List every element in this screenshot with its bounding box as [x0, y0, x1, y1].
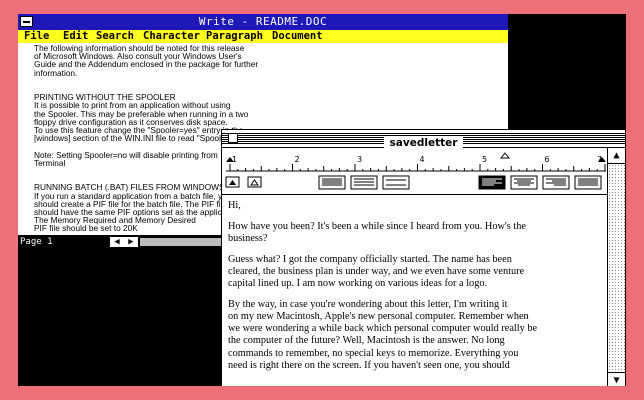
scroll-down-arrow-icon[interactable]: ▼ — [608, 372, 625, 386]
paragraph: Guess what? I got the company officially… — [228, 254, 603, 291]
text-line: By the way, in case you're wondering abo… — [228, 298, 508, 310]
paragraph: How have you been? It's been a while sin… — [228, 221, 603, 245]
write-window-title: Write - README.DOC — [198, 15, 328, 28]
screen: Write - README.DOC File Edit Search Char… — [18, 14, 626, 386]
menu-edit[interactable]: Edit — [63, 30, 88, 42]
menu-file[interactable]: File — [24, 30, 49, 42]
page-indicator: Page 1 — [20, 237, 53, 247]
text-line: we were wondering a while back which per… — [228, 323, 538, 335]
menu-character[interactable]: Character — [143, 30, 200, 42]
macwrite-window: savedletter 1234567 ▲ ▼ Hi, How have you… — [221, 129, 626, 386]
align-center-icon[interactable] — [510, 175, 538, 190]
single-spacing-icon[interactable] — [318, 175, 346, 190]
document-line: [windows] section of the WIN.INI file to… — [34, 133, 248, 144]
write-title-bar[interactable]: Write - README.DOC — [18, 14, 508, 30]
double-spacing-icon[interactable] — [382, 175, 410, 190]
ruler-number: 5 — [482, 155, 487, 164]
menu-paragraph[interactable]: Paragraph — [206, 30, 263, 42]
scroll-up-arrow-icon[interactable]: ▲ — [608, 148, 625, 164]
ruler-number: 3 — [357, 155, 362, 164]
align-left-icon[interactable] — [478, 175, 506, 190]
align-right-icon[interactable] — [542, 175, 570, 190]
ruler-number: 4 — [420, 155, 425, 164]
ruler-number: 6 — [545, 155, 550, 164]
text-line: Hi, — [228, 200, 241, 211]
ruler-number: 1 — [232, 155, 237, 164]
vertical-scrollbar[interactable]: ▲ ▼ — [607, 148, 625, 386]
mac-window-title: savedletter — [383, 137, 464, 149]
tab-decimal-icon[interactable] — [247, 176, 262, 188]
document-line: Terminal — [34, 157, 66, 168]
text-line: on my new Macintosh, Apple's new persona… — [228, 310, 529, 322]
paragraph: By the way, in case you're wondering abo… — [228, 299, 603, 372]
document-line: information. — [34, 67, 78, 78]
mac-title-bar[interactable]: savedletter — [222, 130, 625, 149]
menu-document[interactable]: Document — [272, 30, 323, 42]
ruler[interactable]: 1234567 — [222, 148, 607, 195]
text-line: commands to remember, no special keys to… — [228, 347, 519, 359]
tab-left-icon[interactable] — [225, 176, 240, 188]
scroll-right-button[interactable]: ▶ — [124, 237, 138, 247]
text-line: capital lined up. I am now working on va… — [228, 278, 488, 290]
paragraph: Hi, — [228, 200, 603, 212]
text-line: the computer of the future? Well, Macint… — [228, 335, 505, 347]
text-line: How have you been? It's been a while sin… — [228, 220, 526, 232]
menu-search[interactable]: Search — [96, 30, 134, 42]
ruler-graphic[interactable]: 1234567 — [222, 148, 607, 194]
one-half-spacing-icon[interactable] — [350, 175, 378, 190]
document-line: PIF file should be set to 20K — [34, 223, 138, 234]
ruler-number: 2 — [295, 155, 300, 164]
scroll-left-button[interactable]: ◀ — [110, 237, 124, 247]
align-justify-icon[interactable] — [574, 175, 602, 190]
text-line: cleared, the business plan is under way,… — [228, 265, 525, 277]
horizontal-scroll-track[interactable] — [140, 238, 230, 246]
text-line: Guess what? I got the company officially… — [228, 253, 512, 265]
indent-marker[interactable] — [499, 152, 511, 159]
write-menu-bar: File Edit Search Character Paragraph Doc… — [18, 30, 508, 43]
letter-body[interactable]: Hi, How have you been? It's been a while… — [228, 200, 603, 380]
vertical-scroll-track[interactable] — [608, 164, 625, 372]
text-line: need is right there on the screen. If yo… — [228, 359, 510, 371]
text-line: business? — [228, 232, 268, 244]
